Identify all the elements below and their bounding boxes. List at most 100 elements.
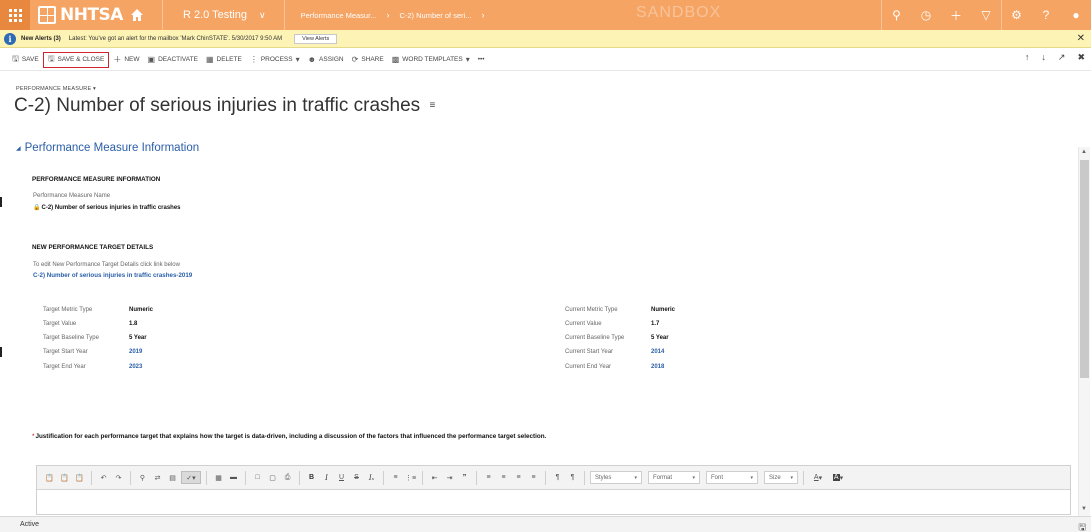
scrollbar-thumb[interactable] (1080, 160, 1089, 378)
assign-button[interactable]: ☻ ASSIGN (304, 52, 348, 68)
find-icon[interactable]: ⚲ (136, 471, 149, 484)
sandbox-watermark: SANDBOX (636, 4, 722, 21)
field-indicator (0, 347, 2, 357)
trash-icon: ▦ (205, 55, 214, 64)
underline-icon[interactable]: U (335, 471, 348, 484)
arrow-down-icon[interactable]: ↓ (1041, 52, 1046, 63)
chevron-down-icon: ▾ (295, 55, 300, 64)
search-icon[interactable]: ⚲ (881, 0, 911, 30)
save-icon: 🖫 (12, 53, 19, 63)
expand-icon[interactable]: ✖ (1077, 52, 1085, 63)
help-icon[interactable]: ? (1031, 0, 1061, 30)
share-icon: ⟳ (351, 55, 359, 64)
popout-icon[interactable]: ↗ (1058, 52, 1066, 63)
menu-icon[interactable]: ≡ (429, 100, 435, 111)
align-center-icon[interactable]: ≡ (497, 471, 510, 484)
rtl-icon[interactable]: ¶ (566, 471, 579, 484)
field-indicator (0, 197, 2, 207)
spellcheck-icon[interactable]: ✓▾ (181, 471, 201, 484)
chevron-right-icon: › (386, 10, 390, 20)
target-link[interactable]: C-2) Number of serious injuries in traff… (33, 272, 192, 279)
home-icon[interactable] (130, 8, 144, 22)
breadcrumb-entity[interactable]: Performance Measur... (301, 11, 377, 20)
entity-type-selector[interactable]: PERFORMANCE MEASURE ▾ (16, 86, 96, 92)
scroll-down-arrow-icon[interactable]: ▼ (1081, 506, 1087, 512)
save-close-button[interactable]: 🖫 SAVE & CLOSE (42, 51, 110, 68)
font-dropdown[interactable]: Font ▾ (706, 471, 758, 484)
target-end-year-label: Target End Year (43, 364, 86, 370)
app-switcher[interactable]: R 2.0 Testing ∨ (183, 9, 266, 21)
delete-button[interactable]: ▦ DELETE (202, 52, 246, 68)
size-dropdown[interactable]: Size ▾ (764, 471, 798, 484)
chevron-down-icon: ▾ (692, 474, 695, 481)
table-icon[interactable]: ▦ (212, 471, 225, 484)
source-icon[interactable]: □ (251, 471, 264, 484)
more-label: ••• (477, 56, 485, 63)
info-heading: PERFORMANCE MEASURE INFORMATION (32, 176, 161, 183)
filter-icon[interactable]: ▽ (971, 0, 1001, 30)
styles-dropdown[interactable]: Styles ▾ (590, 471, 642, 484)
scroll-up-arrow-icon[interactable]: ▲ (1081, 149, 1087, 155)
save-icon[interactable]: 🖫 (1078, 520, 1086, 532)
delete-label: DELETE (216, 56, 242, 63)
assign-icon: ☻ (307, 55, 317, 64)
save-label: SAVE (21, 56, 39, 63)
user-icon[interactable]: ● (1061, 0, 1091, 30)
current-metric-type-value: Numeric (651, 307, 676, 313)
save-button[interactable]: 🖫 SAVE (8, 52, 43, 68)
more-commands-button[interactable]: ••• (474, 52, 489, 68)
section-header[interactable]: ◢ Performance Measure Information (16, 142, 199, 154)
ltr-icon[interactable]: ¶ (551, 471, 564, 484)
strikethrough-icon[interactable]: S (350, 471, 363, 484)
align-left-icon[interactable]: ≡ (482, 471, 495, 484)
justify-icon[interactable]: ≡ (527, 471, 540, 484)
text-color-icon[interactable]: A ▾ (809, 471, 827, 484)
print-icon[interactable]: ⎙ (281, 471, 294, 484)
current-start-year-value: 2014 (651, 349, 665, 355)
process-button[interactable]: ⋮ PROCESS ▾ (246, 52, 304, 68)
styles-label: Styles (595, 474, 612, 481)
italic-icon[interactable]: I (320, 471, 333, 484)
indent-icon[interactable]: ⇥ (443, 471, 456, 484)
edit-hint: To edit New Performance Target Details c… (33, 262, 180, 268)
toolbar-divider (584, 470, 585, 485)
target-value-value: 1.8 (129, 321, 138, 327)
format-dropdown[interactable]: Format ▾ (648, 471, 700, 484)
nav-tools: ⚲ ◷ ＋ ▽ ⚙ ? ● (881, 0, 1091, 30)
numbered-list-icon[interactable]: ≡ (389, 471, 402, 484)
undo-icon[interactable]: ↶ (97, 471, 110, 484)
brand-logo-link[interactable]: NHTSA (38, 0, 144, 30)
horizontal-line-icon[interactable]: ▬ (227, 471, 240, 484)
history-icon[interactable]: ◷ (911, 0, 941, 30)
new-button[interactable]: ＋ NEW (109, 52, 143, 68)
word-templates-button[interactable]: ▩ WORD TEMPLATES ▾ (388, 52, 474, 68)
justification-editor[interactable]: 📋 📋 📋 ↶ ↷ ⚲ ⇄ ▤ ✓▾ ▦ ▬ □ ▢ ⎙ B I U S Iₓ … (36, 465, 1071, 515)
select-all-icon[interactable]: ▤ (166, 471, 179, 484)
view-alerts-button[interactable]: View Alerts (294, 33, 338, 44)
process-label: PROCESS (260, 56, 293, 63)
record-status: Active (20, 521, 40, 528)
paste-icon[interactable]: 📋 (43, 471, 56, 484)
bold-icon[interactable]: B (305, 471, 318, 484)
outdent-icon[interactable]: ⇤ (428, 471, 441, 484)
toolbar-divider (245, 470, 246, 485)
remove-format-icon[interactable]: Iₓ (365, 471, 378, 484)
blockquote-icon[interactable]: ” (458, 471, 471, 484)
app-launcher-button[interactable] (0, 0, 30, 30)
plus-icon: ＋ (113, 55, 122, 64)
plus-icon[interactable]: ＋ (941, 0, 971, 30)
bulleted-list-icon[interactable]: ⋮≡ (404, 471, 417, 484)
gear-icon[interactable]: ⚙ (1001, 0, 1031, 30)
preview-icon[interactable]: ▢ (266, 471, 279, 484)
breadcrumb-record[interactable]: C-2) Number of seri... (399, 11, 471, 20)
redo-icon[interactable]: ↷ (112, 471, 125, 484)
background-color-icon[interactable]: A ▾ (829, 471, 847, 484)
close-icon[interactable]: ✕ (1077, 33, 1085, 44)
arrow-up-icon[interactable]: ↑ (1025, 52, 1030, 63)
align-right-icon[interactable]: ≡ (512, 471, 525, 484)
deactivate-button[interactable]: ▣ DEACTIVATE (144, 52, 202, 68)
replace-icon[interactable]: ⇄ (151, 471, 164, 484)
paste-text-icon[interactable]: 📋 (58, 471, 71, 484)
share-button[interactable]: ⟳ SHARE (348, 52, 388, 68)
paste-word-icon[interactable]: 📋 (73, 471, 86, 484)
